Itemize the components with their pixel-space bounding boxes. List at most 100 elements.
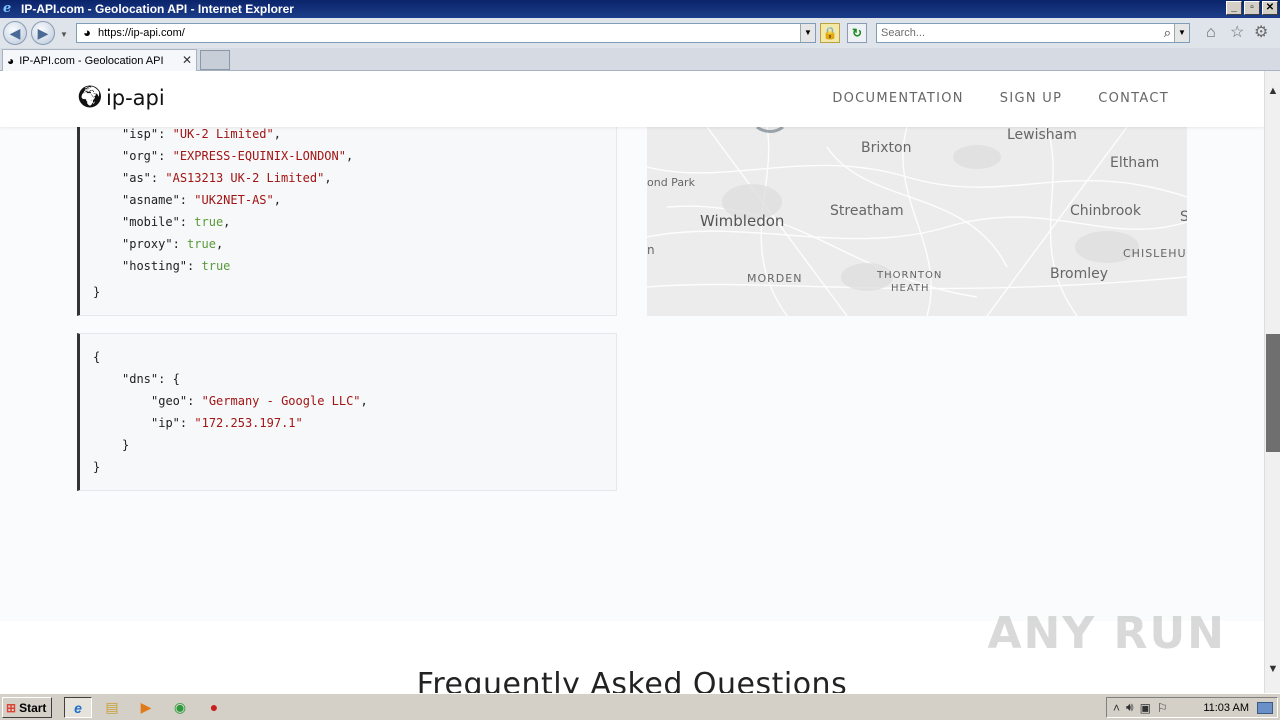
json-key: "proxy" (122, 237, 173, 251)
search-icon[interactable]: ⌕ (1164, 25, 1171, 41)
tab-strip: ◕ IP-API.com - Geolocation API ✕ (0, 48, 1280, 71)
json-boolean-value: true (187, 237, 216, 251)
json-key: "ip" (151, 416, 180, 430)
tray-expand-icon[interactable]: ˄ (1113, 701, 1120, 715)
json-string-value: "EXPRESS-EQUINIX-LONDON" (172, 149, 346, 163)
tools-gear-icon[interactable]: ⚙ (1254, 25, 1268, 41)
show-desktop-button[interactable] (1257, 701, 1273, 714)
scroll-down-icon[interactable]: ▼ (1265, 663, 1280, 679)
favorites-star-icon[interactable]: ☆ (1230, 25, 1244, 41)
history-dropdown-icon[interactable]: ▼ (60, 30, 68, 39)
volume-icon[interactable]: 🔊︎ (1126, 700, 1134, 715)
vertical-scrollbar[interactable]: ▲ ▼ (1264, 71, 1280, 693)
geo-response-code-block: "isp": "UK-2 Limited", "org": "EXPRESS-EQ… (77, 111, 617, 316)
code-close-brace: } (93, 460, 101, 474)
back-button[interactable]: ◀ (3, 21, 27, 45)
json-key: "geo" (151, 394, 188, 408)
start-button[interactable]: ⊞ Start (2, 697, 52, 718)
taskbar-chrome-icon[interactable]: ◉ (166, 697, 194, 718)
json-string-value: "Germany - Google LLC" (201, 394, 361, 408)
json-boolean-value: true (194, 215, 224, 229)
code-line-ip: "ip": "172.253.197.1" (151, 416, 303, 430)
lock-icon[interactable]: 🔒 (820, 23, 840, 43)
code-line: "as": "AS13213 UK-2 Limited", (122, 171, 332, 185)
scroll-up-icon[interactable]: ▲ (1265, 85, 1280, 101)
address-dropdown-icon[interactable]: ▼ (800, 24, 815, 42)
taskbar-media-player-icon[interactable]: ▶ (132, 697, 160, 718)
taskbar-explorer-icon[interactable]: ▤ (98, 697, 126, 718)
taskbar-clock[interactable]: 11:03 AM (1203, 702, 1249, 714)
forward-button[interactable]: ▶ (31, 21, 55, 45)
map-label: Streatham (830, 203, 904, 219)
nav-sign-up-link[interactable]: SIGN UP (1000, 91, 1062, 106)
brand-name: ip-api (105, 85, 165, 110)
window-title: IP-API.com - Geolocation API - Internet … (21, 2, 294, 16)
window-titlebar: e IP-API.com - Geolocation API - Interne… (0, 0, 1280, 18)
json-colon: : (172, 237, 180, 251)
windows-taskbar: ⊞ Start e ▤ ▶ ◉ ● ˄ 🔊︎ ▣ ⚐ 11:03 AM (0, 693, 1280, 720)
page-viewport: Lewisham Brixton Eltham ond Park Wimbled… (0, 71, 1264, 693)
map-label: Eltham (1110, 155, 1160, 171)
search-dropdown-icon[interactable]: ▼ (1174, 24, 1189, 42)
code-line: "org": "EXPRESS-EQUINIX-LONDON", (122, 149, 353, 163)
site-logo[interactable]: 🌍︎ ip-api (76, 85, 165, 110)
site-favicon-icon: ◕ (83, 25, 91, 40)
code-line: "mobile": true, (122, 215, 230, 229)
map-label: Wimbledon (700, 212, 785, 230)
json-key: "asname" (122, 193, 180, 207)
nav-documentation-link[interactable]: DOCUMENTATION (832, 91, 963, 106)
json-colon: : (187, 259, 195, 273)
site-header: 🌍︎ ip-api DOCUMENTATION SIGN UP CONTACT (0, 71, 1264, 127)
windows-logo-icon: ⊞ (6, 700, 17, 715)
search-placeholder: Search... (881, 27, 926, 39)
start-label: Start (19, 700, 47, 715)
scrollbar-thumb[interactable] (1266, 334, 1280, 452)
map-label: HEATH (891, 283, 930, 294)
json-comma: , (223, 215, 231, 229)
network-icon[interactable]: ▣ (1140, 701, 1151, 715)
json-key: "mobile" (122, 215, 180, 229)
json-comma: , (273, 193, 281, 207)
tab-close-icon[interactable]: ✕ (182, 53, 192, 67)
code-line: "hosting": true (122, 259, 230, 273)
taskbar-alert-icon[interactable]: ● (200, 697, 228, 718)
map-label: S (1180, 209, 1187, 225)
new-tab-button[interactable] (200, 50, 230, 70)
json-comma: , (345, 149, 354, 163)
map-label: Bromley (1050, 266, 1109, 282)
nav-contact-link[interactable]: CONTACT (1098, 91, 1169, 106)
faq-heading: Frequently Asked Questions (416, 667, 848, 693)
restore-button[interactable]: ▫ (1244, 1, 1260, 15)
dns-response-code-block: { "dns": { "geo": "Germany - Google LLC"… (77, 333, 617, 491)
json-key: "hosting" (122, 259, 188, 273)
json-key: "as" (122, 171, 151, 185)
minimize-button[interactable]: _ (1226, 1, 1242, 15)
globe-icon: 🌍︎ (76, 85, 104, 110)
json-string-value: "UK-2 Limited" (172, 127, 274, 141)
anyrun-watermark: ANY RUN (987, 608, 1226, 659)
taskbar-ie-icon[interactable]: e (64, 697, 92, 718)
location-map[interactable]: Lewisham Brixton Eltham ond Park Wimbled… (647, 127, 1187, 316)
close-window-button[interactable]: ✕ (1262, 1, 1278, 15)
action-center-flag-icon[interactable]: ⚐ (1157, 701, 1168, 715)
map-label: Lewisham (1007, 127, 1077, 143)
json-boolean-value: true (201, 259, 231, 273)
json-colon: : (158, 149, 166, 163)
json-comma: , (360, 394, 368, 408)
search-input[interactable]: Search... ⌕ ▼ (876, 23, 1190, 43)
json-colon: : (150, 171, 159, 185)
window-controls: _ ▫ ✕ (1226, 1, 1278, 15)
code-line: "isp": "UK-2 Limited", (122, 127, 281, 141)
code-line: "asname": "UK2NET-AS", (122, 193, 281, 207)
system-tray: ˄ 🔊︎ ▣ ⚐ 11:03 AM (1106, 697, 1278, 718)
json-colon: : (187, 394, 195, 408)
tab-ip-api[interactable]: ◕ IP-API.com - Geolocation API ✕ (2, 49, 197, 71)
address-url[interactable]: https://ip-api.com/ (98, 27, 185, 39)
tab-label: IP-API.com - Geolocation API (19, 54, 164, 67)
json-brace: { (172, 372, 180, 386)
address-bar[interactable]: ◕ https://ip-api.com/ ▼ (76, 23, 816, 43)
json-key: "dns" (122, 372, 159, 386)
refresh-icon[interactable]: ↻ (847, 23, 867, 43)
map-label: Chinbrook (1070, 203, 1141, 219)
home-icon[interactable]: ⌂ (1206, 25, 1216, 41)
